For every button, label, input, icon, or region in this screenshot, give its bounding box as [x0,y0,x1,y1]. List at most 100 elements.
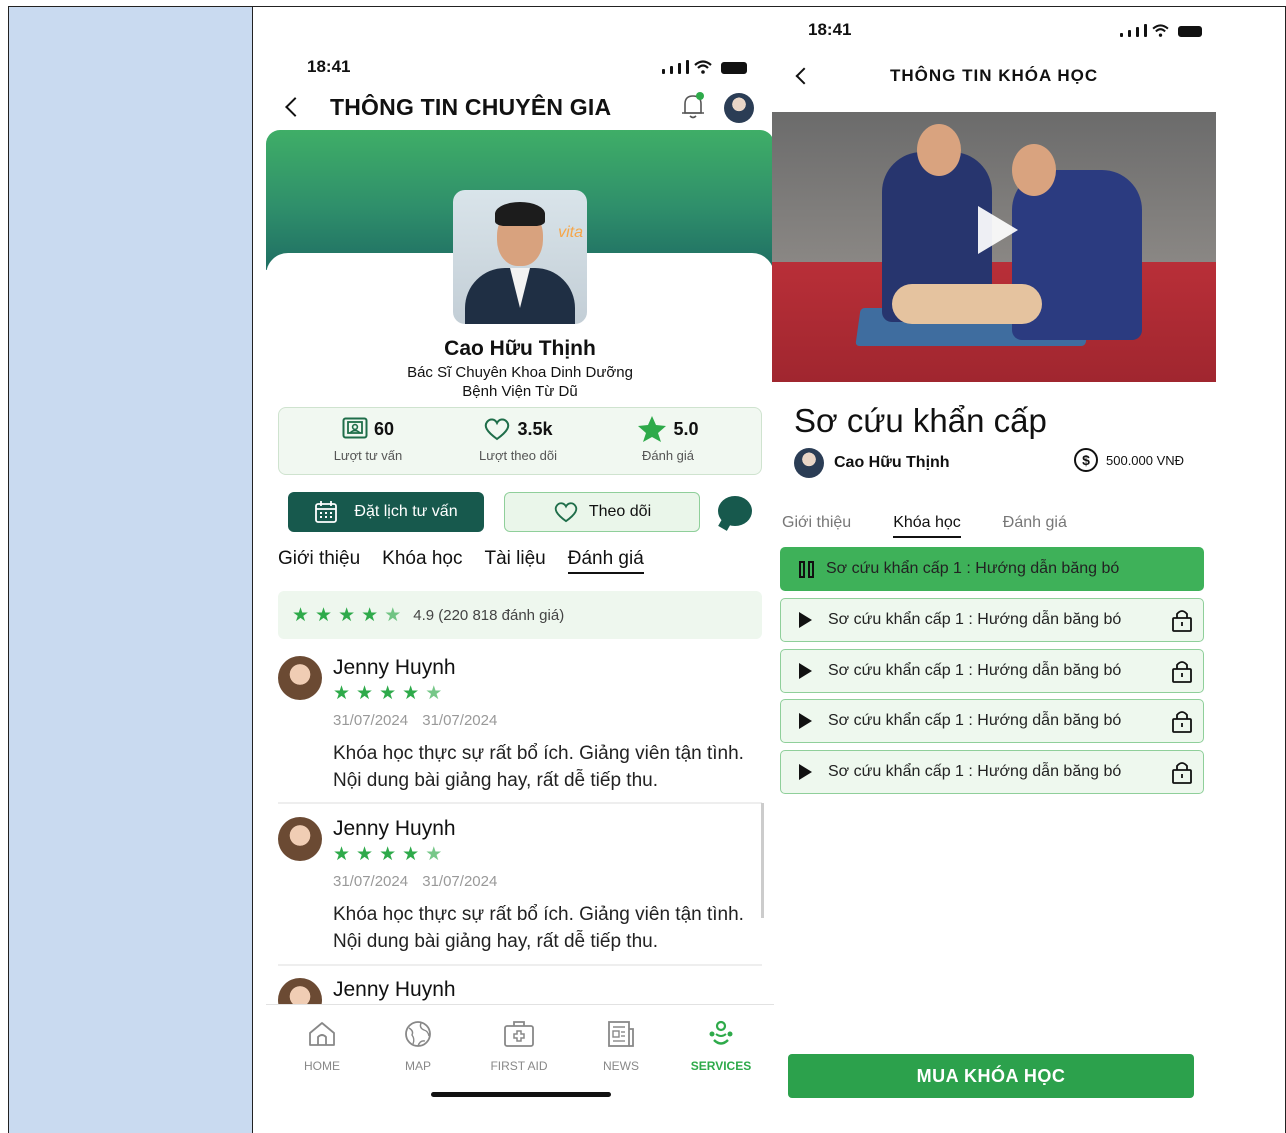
star-icon: ★ [356,683,374,704]
lesson-title: Sơ cứu khẩn cấp 1 : Hướng dẫn băng bó [826,560,1120,577]
heart-icon [485,418,510,441]
home-indicator [431,1092,611,1097]
lesson-title: Sơ cứu khẩn cấp 1 : Hướng dẫn băng bó [828,611,1122,628]
battery-icon [721,62,747,74]
globe-icon [405,1021,431,1047]
lesson-item[interactable]: Sơ cứu khẩn cấp 1 : Hướng dẫn băng bó [780,699,1204,743]
lesson-title: Sơ cứu khẩn cấp 1 : Hướng dẫn băng bó [828,763,1122,780]
reviewer-name: Jenny Huynh [333,656,456,679]
review-item: Jenny Huynh [278,978,762,1004]
nav-services[interactable]: SERVICES [681,1019,761,1073]
star-icon: ★ [333,844,351,865]
play-icon [799,663,812,679]
half-star-icon: ★ [384,604,402,626]
nav-home-label: HOME [304,1059,340,1073]
nav-home[interactable]: HOME [282,1019,362,1073]
expert-hospital: Bệnh Viện Từ Dũ [462,383,578,400]
nav-first-aid[interactable]: FIRST AID [479,1019,559,1073]
play-icon [799,764,812,780]
play-icon[interactable] [978,206,1018,254]
status-icons [662,60,747,74]
lesson-item[interactable]: Sơ cứu khẩn cấp 1 : Hướng dẫn băng bó [780,750,1204,794]
book-consultation-button[interactable]: Đặt lịch tư vấn [288,492,484,532]
nav-map[interactable]: MAP [378,1019,458,1073]
bottom-navigation: HOME MAP FIRST AID NEWS SERVICES [266,1004,774,1110]
divider [278,964,762,966]
reviewer-avatar [278,978,322,1004]
follow-button-label: Theo dõi [588,503,652,520]
header: THÔNG TIN KHÓA HỌC [795,66,1218,86]
newspaper-icon [608,1021,634,1047]
star-icon: ★ [292,604,310,626]
play-icon [799,713,812,729]
lesson-item-active[interactable]: Sơ cứu khẩn cấp 1 : Hướng dẫn băng bó [780,547,1204,591]
scrollbar[interactable] [761,803,764,918]
services-icon [709,1020,733,1045]
stat-rating-label: Đánh giá [641,448,695,463]
profile-tabs: Giới thiệu Khóa học Tài liệu Đánh giá [278,548,644,574]
nav-news[interactable]: NEWS [581,1019,661,1073]
stat-consults-value: 60 [373,418,395,439]
expert-name: Cao Hữu Thịnh [444,337,596,360]
back-icon[interactable] [285,97,305,117]
tab-reviews[interactable]: Đánh giá [1003,514,1067,538]
tab-lessons[interactable]: Khóa học [893,514,961,538]
half-star-icon: ★ [425,683,443,704]
stat-rating: 5.0 Đánh giá [593,414,743,463]
review-dates: 31/07/2024 31/07/2024 [333,873,498,890]
reviewer-name: Jenny Huynh [333,978,456,1001]
nav-news-label: NEWS [603,1059,639,1073]
wifi-icon [694,60,712,74]
instructor: Cao Hữu Thịnh [794,448,950,478]
page-title: THÔNG TIN CHUYÊN GIA [330,93,612,120]
stat-followers-label: Lượt theo dõi [479,448,557,463]
stat-consults-label: Lượt tư vấn [333,448,403,463]
portrait-brand-text: vita [558,224,583,241]
chat-icon[interactable] [718,496,752,526]
lesson-item[interactable]: Sơ cứu khẩn cấp 1 : Hướng dẫn băng bó [780,649,1204,693]
review-text: Khóa học thực sự rất bổ ích. Giảng viên … [333,904,744,952]
reviewer-avatar [278,817,322,861]
stat-followers: 3.5k Lượt theo dõi [443,414,593,464]
course-info-screen: 18:41 THÔNG TIN KHÓA HỌC Sơ cứu khẩn cấp… [772,6,1216,1133]
star-icon: ★ [356,844,374,865]
back-icon[interactable] [795,67,813,85]
heart-outline-icon [554,502,578,523]
star-icon: ★ [333,683,351,704]
nav-services-label: SERVICES [690,1059,752,1073]
lesson-item[interactable]: Sơ cứu khẩn cấp 1 : Hướng dẫn băng bó [780,598,1204,642]
tab-courses[interactable]: Khóa học [382,548,462,574]
tab-documents[interactable]: Tài liệu [484,548,545,574]
instructor-name: Cao Hữu Thịnh [834,454,950,471]
reviewer-name: Jenny Huynh [333,817,456,840]
half-star-icon: ★ [425,844,443,865]
follow-button[interactable]: Theo dõi [504,492,700,532]
price-value: 500.000 VNĐ [1106,452,1185,468]
tab-intro[interactable]: Giới thiệu [278,548,360,574]
buy-course-button[interactable]: MUA KHÓA HỌC [788,1054,1194,1098]
review-stars: ★ ★ ★ ★ ★ [333,845,442,864]
star-icon: ★ [315,604,333,626]
course-video[interactable] [772,112,1216,382]
star-icon: ★ [379,844,397,865]
course-tabs: Giới thiệu Khóa học Đánh giá [782,514,1067,538]
lock-icon [1172,711,1192,733]
lock-icon [1172,661,1192,683]
review-stars: ★ ★ ★ ★ ★ [333,684,442,703]
notification-bell-icon[interactable] [680,91,706,121]
lesson-title: Sơ cứu khẩn cấp 1 : Hướng dẫn băng bó [828,662,1122,679]
play-icon [799,612,812,628]
star-icon: ★ [379,683,397,704]
lock-icon [1172,610,1192,632]
nav-first-aid-label: FIRST AID [490,1059,548,1073]
status-time: 18:41 [307,57,351,76]
expert-portrait: vita [453,190,587,324]
tab-reviews[interactable]: Đánh giá [567,548,644,574]
wifi-icon [1152,24,1169,37]
battery-icon [1178,26,1202,37]
star-icon [638,416,667,442]
tab-intro[interactable]: Giới thiệu [782,514,851,538]
star-icon: ★ [361,604,379,626]
user-avatar[interactable] [724,93,754,123]
stat-consults: 60 Lượt tư vấn [293,414,443,463]
